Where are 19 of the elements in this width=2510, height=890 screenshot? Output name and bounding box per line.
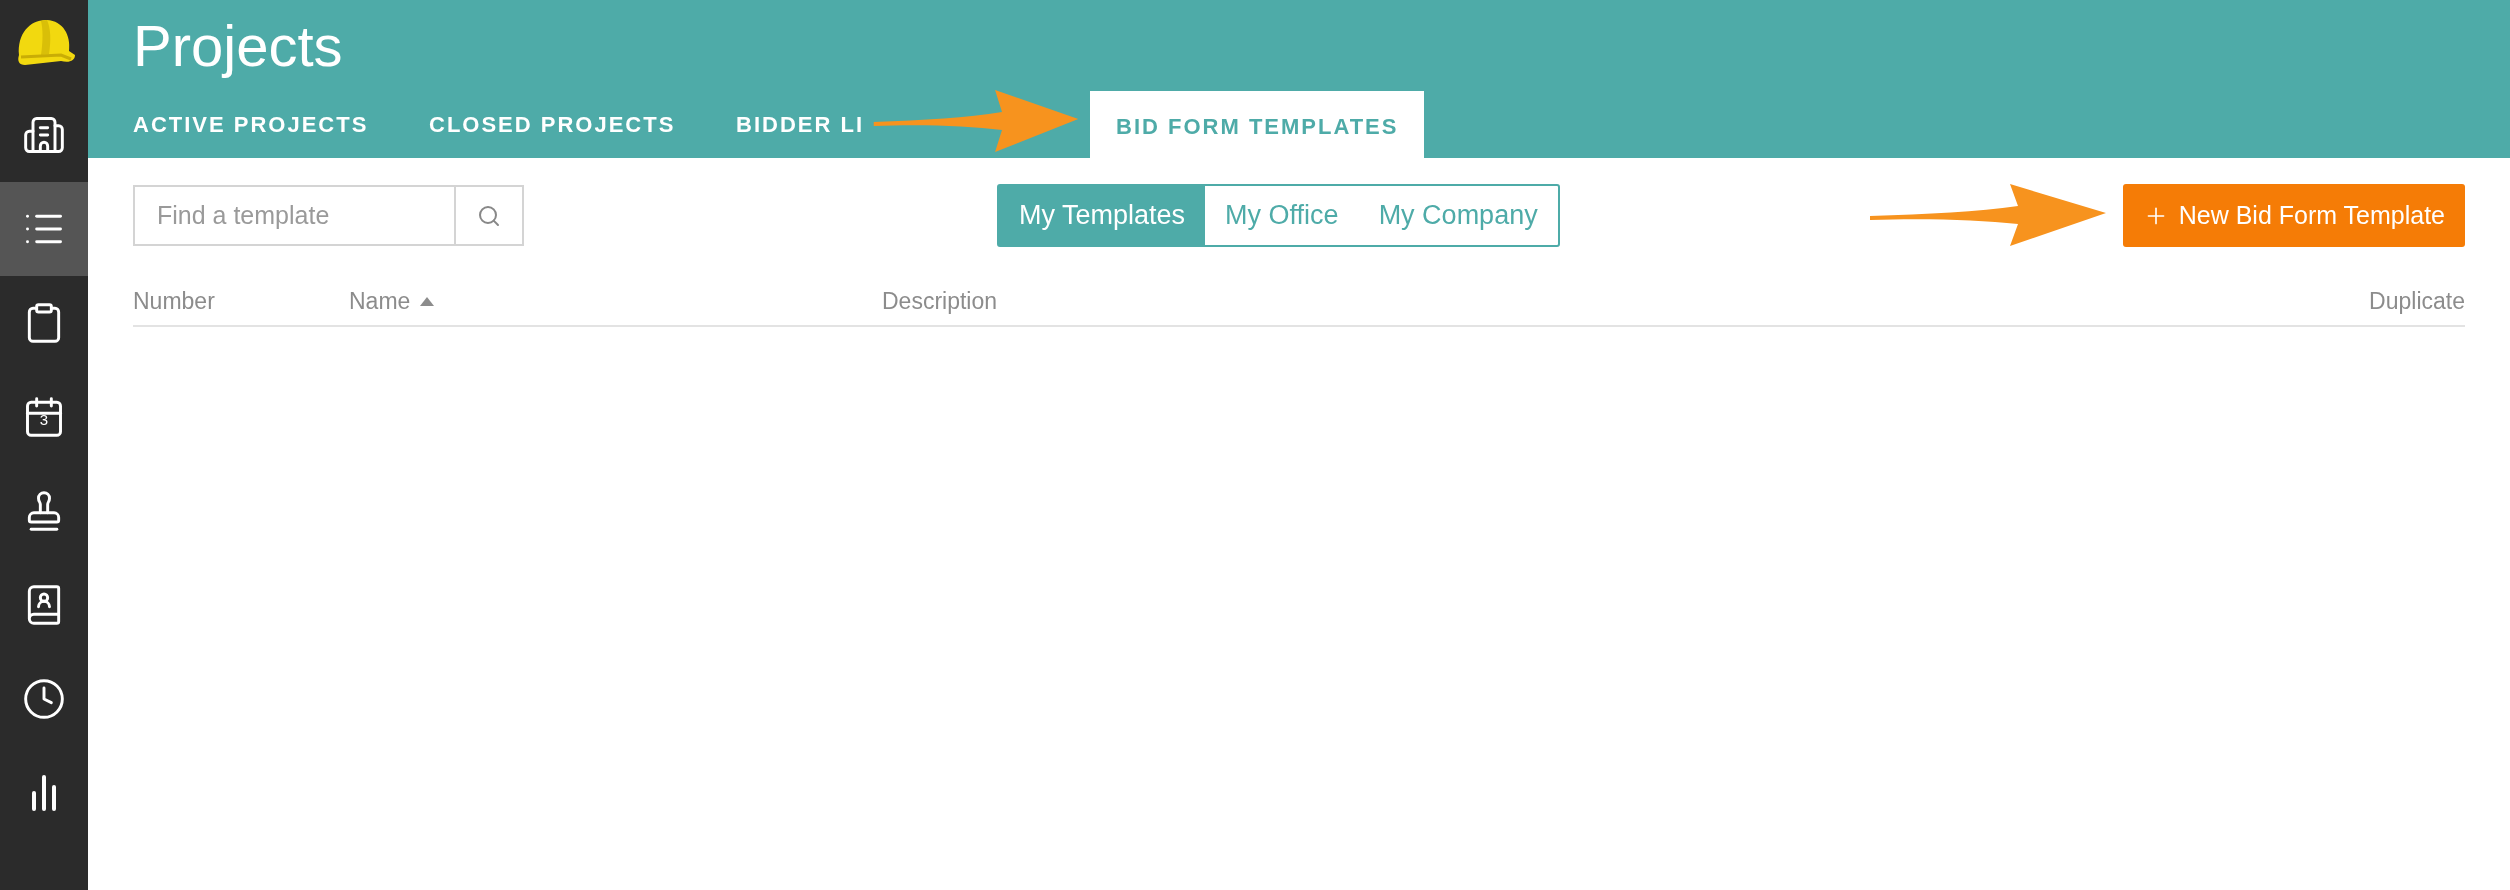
column-header[interactable]: Duplicate (2369, 283, 2465, 319)
clock-icon (22, 677, 66, 721)
column-header[interactable]: Description (882, 283, 998, 319)
search-field[interactable]: Find a template (133, 185, 456, 246)
search-icon (477, 203, 501, 228)
tab[interactable]: CLOSED PROJECTS (429, 91, 676, 158)
tab[interactable]: BIDDER LI (736, 91, 864, 158)
column-header[interactable]: Number (133, 283, 215, 319)
scope-toggle[interactable]: My Templates (999, 186, 1206, 245)
tab[interactable]: BID FORM TEMPLATES (1090, 91, 1425, 158)
scope-toggle[interactable]: My Company (1358, 186, 1558, 245)
column-header[interactable]: Name (349, 283, 435, 319)
search-button[interactable] (456, 185, 524, 246)
calendar-day: 3 (39, 412, 49, 427)
scope-toggle[interactable]: My Office (1205, 186, 1359, 245)
tab[interactable]: ACTIVE PROJECTS (133, 91, 369, 158)
sidebar-item[interactable]: 3 (0, 370, 88, 464)
sort-icon (420, 296, 435, 306)
new-template-button[interactable]: New Bid Form Template (2122, 184, 2465, 247)
